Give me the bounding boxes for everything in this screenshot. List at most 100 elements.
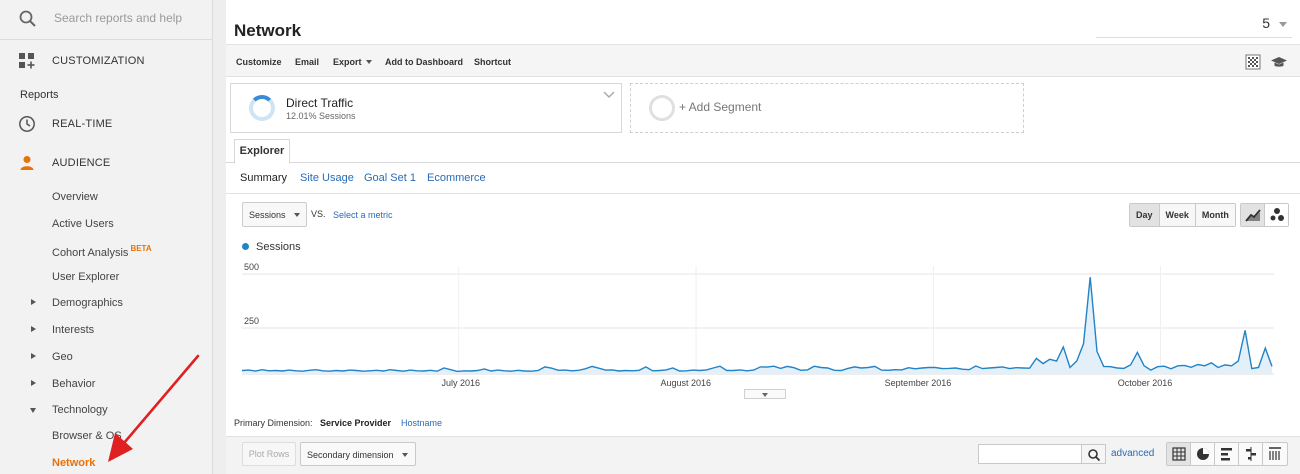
graduation-cap-icon[interactable]: [1271, 54, 1287, 70]
expand-behavior-icon[interactable]: [31, 380, 36, 386]
chevron-down-icon: [365, 60, 372, 64]
view-pie-button[interactable]: [1191, 443, 1215, 465]
person-icon: [20, 156, 34, 170]
secondary-dimension-label: Secondary dimension: [307, 450, 394, 460]
nav-demographics[interactable]: Demographics: [52, 297, 123, 309]
comparison-icon: [1246, 447, 1256, 461]
chart-x-ticks: July 2016 August 2016 September 2016 Octobe…: [442, 378, 1173, 388]
nav-audience[interactable]: AUDIENCE: [0, 145, 213, 181]
date-range-text: 5: [1262, 15, 1270, 31]
period-week-button[interactable]: Week: [1159, 204, 1196, 226]
chevron-down-icon: [762, 393, 768, 397]
date-range-picker[interactable]: 5: [1096, 10, 1292, 38]
x-tick-label: July 2016: [442, 378, 481, 388]
motion-chart-button[interactable]: [1265, 204, 1289, 226]
chart-type-toggle: [1240, 203, 1289, 227]
expand-demographics-icon[interactable]: [31, 299, 36, 305]
page-title: Network: [234, 21, 302, 40]
export-label: Export: [333, 57, 362, 67]
view-performance-button[interactable]: [1215, 443, 1239, 465]
nav-cohort-analysis-label: Cohort Analysis: [52, 247, 129, 259]
add-segment-label: + Add Segment: [679, 100, 762, 114]
nav-overview[interactable]: Overview: [52, 191, 98, 203]
legend-sessions-label: Sessions: [256, 241, 301, 253]
collapse-technology-icon[interactable]: [30, 408, 36, 413]
vs-label: VS.: [311, 209, 326, 219]
email-button[interactable]: Email: [295, 57, 319, 67]
segment-name: Direct Traffic: [286, 96, 354, 110]
secondary-dimension-select[interactable]: Secondary dimension: [300, 442, 416, 466]
sessions-area: [242, 277, 1272, 374]
nav-cohort-analysis[interactable]: Cohort Analysis BETA: [52, 244, 152, 259]
nav-interests[interactable]: Interests: [52, 324, 94, 336]
nav-customization[interactable]: CUSTOMIZATION: [0, 43, 213, 79]
primary-dimension-service-provider[interactable]: Service Provider: [320, 418, 391, 428]
add-segment-button[interactable]: + Add Segment: [630, 83, 1024, 133]
subtab-summary[interactable]: Summary: [240, 172, 287, 184]
segment-pie-icon: [249, 95, 275, 121]
table-search-button[interactable]: [1082, 444, 1106, 464]
primary-dimension-label: Primary Dimension:: [234, 418, 313, 428]
add-to-dashboard-button[interactable]: Add to Dashboard: [385, 57, 463, 67]
clock-icon: [19, 116, 35, 132]
y-tick-label: 250: [244, 316, 259, 326]
search-placeholder: Search reports and help: [54, 11, 183, 25]
nav-technology[interactable]: Technology: [52, 404, 108, 416]
bar-chart-icon: [1221, 448, 1232, 461]
beta-badge: BETA: [130, 244, 152, 253]
segment-direct-traffic[interactable]: Direct Traffic 12.01% Sessions: [230, 83, 622, 133]
view-comparison-button[interactable]: [1239, 443, 1263, 465]
sidebar: Search reports and help CUSTOMIZATION Re…: [0, 0, 213, 474]
main-panel: Network 5 Customize Email Export Add to …: [226, 0, 1300, 474]
subtab-goal-set-1[interactable]: Goal Set 1: [364, 172, 416, 184]
chevron-down-icon: [294, 213, 300, 217]
subtab-divider: [226, 193, 1300, 194]
period-day-button[interactable]: Day: [1130, 204, 1160, 226]
advanced-filter-link[interactable]: advanced: [1111, 448, 1154, 459]
table-controls: Plot Rows Secondary dimension advanced: [226, 436, 1300, 474]
insights-icon[interactable]: [1245, 54, 1261, 70]
customize-button[interactable]: Customize: [236, 57, 282, 67]
pie-chart-icon: [1197, 448, 1209, 460]
nav-user-explorer[interactable]: User Explorer: [52, 271, 119, 283]
view-pivot-button[interactable]: [1263, 443, 1287, 465]
metric-selector[interactable]: Sessions: [242, 202, 307, 227]
select-metric-link[interactable]: Select a metric: [333, 210, 393, 220]
subtab-ecommerce[interactable]: Ecommerce: [427, 172, 486, 184]
metric-selector-label: Sessions: [249, 210, 286, 220]
primary-dimension-hostname[interactable]: Hostname: [401, 418, 442, 428]
nav-browser-os[interactable]: Browser & OS: [52, 430, 122, 442]
nav-geo[interactable]: Geo: [52, 351, 73, 363]
x-tick-label: August 2016: [660, 378, 711, 388]
table-search-input[interactable]: [978, 444, 1082, 464]
collapse-chart-button[interactable]: [744, 389, 786, 399]
plot-rows-button[interactable]: Plot Rows: [242, 442, 296, 466]
expand-geo-icon[interactable]: [31, 353, 36, 359]
customization-icon: [19, 53, 35, 69]
subtab-site-usage[interactable]: Site Usage: [300, 172, 354, 184]
grid-icon: [1172, 447, 1186, 461]
pivot-icon: [1269, 447, 1281, 460]
line-chart-button[interactable]: [1241, 204, 1265, 226]
nav-realtime-label: REAL-TIME: [52, 118, 113, 130]
bubble-chart-icon: [1270, 208, 1284, 221]
search-icon: [1088, 449, 1101, 462]
nav-network[interactable]: Network: [52, 457, 95, 469]
period-toggle: Day Week Month: [1129, 203, 1236, 227]
sessions-line: [242, 277, 1273, 373]
segment-placeholder-icon: [649, 95, 675, 121]
nav-behavior[interactable]: Behavior: [52, 378, 95, 390]
chevron-down-icon[interactable]: [603, 90, 615, 100]
nav-customization-label: CUSTOMIZATION: [52, 55, 145, 67]
table-view-toggle: [1166, 442, 1288, 466]
shortcut-button[interactable]: Shortcut: [474, 57, 511, 67]
view-table-button[interactable]: [1167, 443, 1191, 465]
search-icon: [19, 10, 36, 27]
nav-active-users[interactable]: Active Users: [52, 218, 114, 230]
expand-interests-icon[interactable]: [31, 326, 36, 332]
export-button[interactable]: Export: [333, 57, 372, 67]
tab-explorer[interactable]: Explorer: [234, 139, 290, 164]
nav-realtime[interactable]: REAL-TIME: [0, 106, 213, 142]
period-month-button[interactable]: Month: [1195, 204, 1235, 226]
sidebar-search[interactable]: Search reports and help: [0, 0, 213, 40]
